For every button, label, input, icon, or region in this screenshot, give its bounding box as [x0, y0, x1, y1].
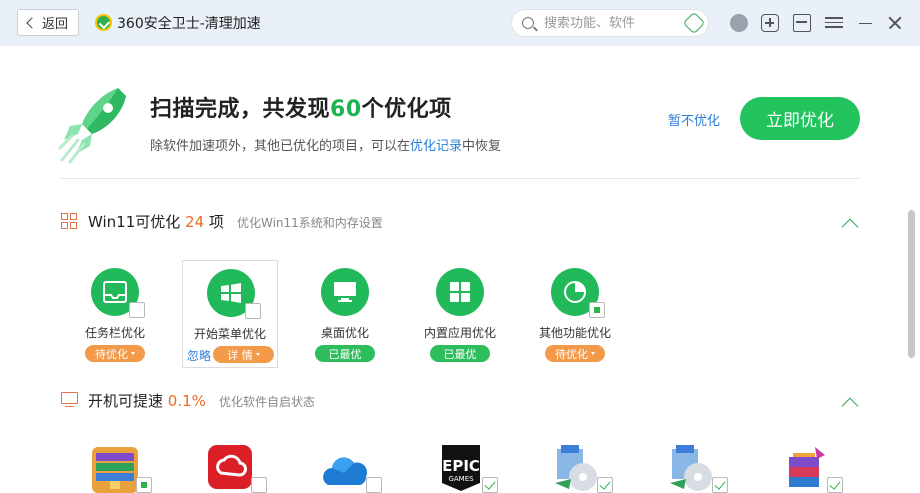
header-divider [60, 178, 860, 179]
details-button[interactable]: 详 情 [213, 346, 274, 363]
startup-app-item[interactable] [781, 443, 843, 493]
caret-down-icon [591, 352, 595, 355]
startup-app-checkbox[interactable] [136, 477, 152, 493]
win11-section-desc: 优化Win11系统和内存设置 [237, 216, 383, 230]
optimize-now-button[interactable]: 立即优化 [740, 97, 860, 140]
winrar-icon [789, 447, 825, 487]
win11-count: 24 [185, 213, 205, 231]
startup-section-icon [61, 392, 78, 408]
speed-icon[interactable] [730, 14, 748, 32]
adobe-creative-cloud-icon [208, 445, 252, 489]
svg-text:GAMES: GAMES [448, 475, 474, 483]
caret-down-icon [131, 352, 135, 355]
startup-app-checkbox[interactable] [597, 477, 613, 493]
installer-disc-icon [555, 445, 597, 491]
subline-suffix: 中恢复 [462, 139, 502, 154]
startup-section-desc: 优化软件自启状态 [219, 395, 316, 409]
scan-headline: 扫描完成，共发现60个优化项 [150, 91, 452, 123]
startup-app-checkbox[interactable] [712, 477, 728, 493]
apps-grid-icon [436, 268, 484, 316]
other-features-status-badge[interactable]: 待优化 [545, 345, 605, 362]
startup-percent: 0.1% [167, 392, 206, 410]
installer-disc-icon [670, 445, 712, 491]
shield-hex-icon[interactable] [682, 11, 706, 35]
headline-count: 60 [330, 97, 362, 122]
win11-unit: 项 [208, 213, 224, 231]
startup-app-checkbox[interactable] [251, 477, 267, 493]
subline-prefix: 除软件加速项外，其他已优化的项目，可以在 [150, 139, 411, 154]
startup-app-item[interactable] [320, 443, 382, 493]
win11-collapse-chevron-icon[interactable] [841, 218, 859, 236]
taskbar-status-badge[interactable]: 待优化 [85, 345, 145, 362]
search-box[interactable] [511, 9, 709, 37]
start-menu-optimize-item[interactable]: 开始菜单优化 忽略 详 情 [182, 260, 278, 368]
startup-app-item[interactable] [666, 443, 728, 493]
add-icon[interactable] [761, 14, 779, 32]
skin-icon[interactable] [793, 14, 811, 32]
headline-prefix: 扫描完成，共发现 [150, 97, 331, 122]
start-menu-checkbox[interactable] [245, 303, 261, 319]
startup-app-checkbox[interactable] [366, 477, 382, 493]
app-logo-icon [95, 14, 112, 31]
builtin-apps-label: 内置应用优化 [423, 326, 496, 340]
startup-app-item[interactable] [90, 443, 152, 493]
startup-section-title: 开机可提速 0.1% [88, 390, 206, 411]
headline-suffix: 个优化项 [361, 97, 452, 122]
search-icon [522, 17, 534, 29]
title-bar: 返回 360安全卫士-清理加速 [0, 0, 920, 46]
app-title: 360安全卫士-清理加速 [117, 16, 261, 32]
other-features-label: 其他功能优化 [538, 326, 611, 340]
desktop-status-badge: 已最优 [315, 345, 375, 362]
desktop-icon [321, 268, 369, 316]
desktop-optimize-item[interactable]: 桌面优化 已最优 [297, 260, 393, 368]
builtin-apps-status-badge: 已最优 [430, 345, 490, 362]
taskbar-label: 任务栏优化 [84, 326, 145, 340]
taskbar-checkbox[interactable] [129, 302, 145, 318]
other-features-status-text: 待优化 [555, 347, 588, 361]
back-button[interactable]: 返回 [17, 9, 79, 36]
scrollbar-thumb[interactable] [908, 210, 915, 358]
win11-section-icon [61, 213, 78, 230]
chevron-left-icon [26, 16, 38, 29]
epic-games-icon: EPICGAMES [442, 445, 480, 491]
taskbar-status-text: 待优化 [95, 347, 128, 361]
other-features-optimize-item[interactable]: 其他功能优化 待优化 [527, 260, 623, 368]
caret-down-icon [255, 353, 260, 356]
startup-app-checkbox[interactable] [482, 477, 498, 493]
startup-collapse-chevron-icon[interactable] [841, 397, 859, 415]
menu-icon[interactable] [825, 14, 843, 32]
builtin-apps-optimize-item[interactable]: 内置应用优化 已最优 [412, 260, 508, 368]
svg-text:EPIC: EPIC [442, 457, 480, 475]
back-button-label: 返回 [41, 17, 68, 32]
win11-title-text: Win11可优化 [88, 213, 181, 231]
scan-subline: 除软件加速项外，其他已优化的项目，可以在优化记录中恢复 [150, 135, 501, 154]
close-icon[interactable] [887, 14, 905, 32]
skip-optimize-link[interactable]: 暂不优化 [668, 110, 720, 129]
taskbar-optimize-item[interactable]: 任务栏优化 待优化 [67, 260, 163, 368]
startup-app-item[interactable] [551, 443, 613, 493]
startup-app-item[interactable] [205, 443, 267, 493]
search-input[interactable] [544, 15, 674, 31]
startup-app-item[interactable]: EPIC GAMES [436, 443, 498, 493]
start-menu-label: 开始菜单优化 [193, 327, 266, 341]
archive-app-icon [92, 447, 138, 493]
onedrive-icon [323, 457, 368, 485]
rocket-icon [58, 88, 126, 164]
optimize-history-link[interactable]: 优化记录 [410, 139, 462, 154]
ignore-link[interactable]: 忽略 [187, 347, 211, 364]
win11-section-title: Win11可优化 24 项 [88, 211, 224, 232]
minimize-icon[interactable] [858, 14, 876, 32]
startup-app-checkbox[interactable] [827, 477, 843, 493]
details-text: 详 情 [227, 348, 253, 362]
startup-title-text: 开机可提速 [88, 392, 164, 410]
other-features-checkbox[interactable] [589, 302, 605, 318]
desktop-label: 桌面优化 [320, 326, 369, 340]
